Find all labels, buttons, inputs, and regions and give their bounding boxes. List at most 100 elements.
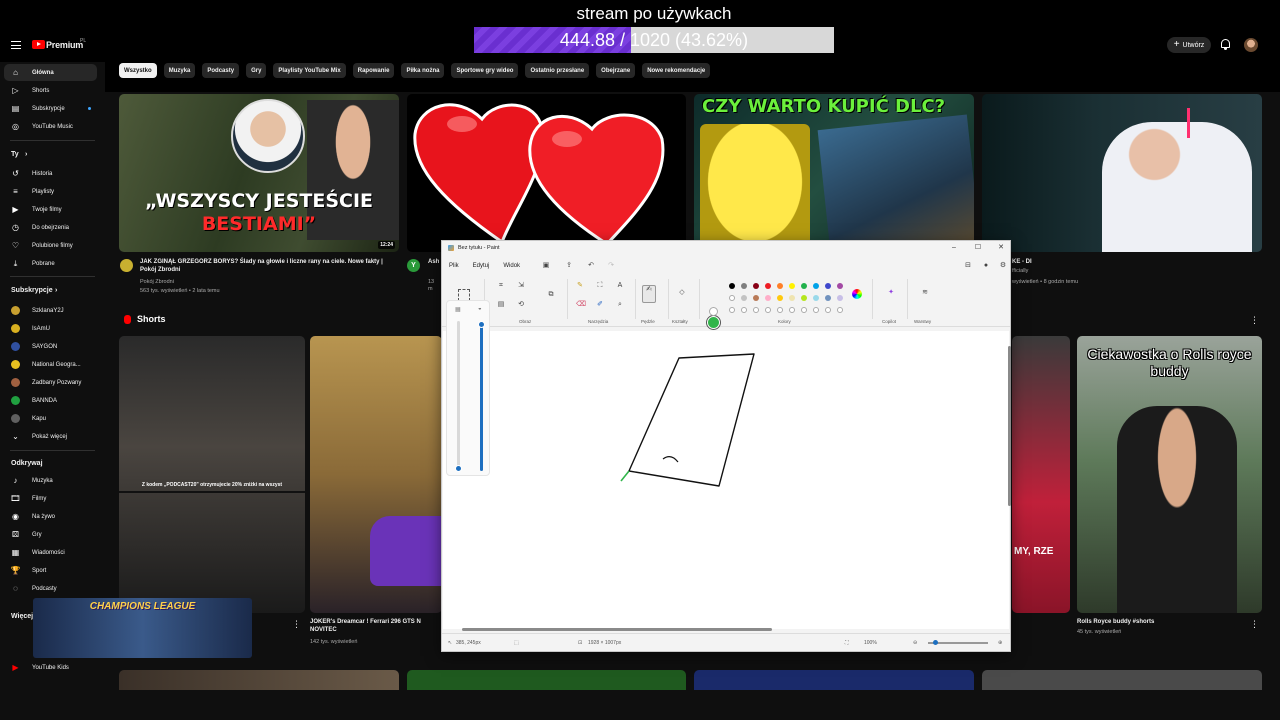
palette-color-swatch[interactable]: [753, 283, 759, 289]
custom-color-slot[interactable]: [753, 307, 759, 313]
palette-color-swatch[interactable]: [801, 295, 807, 301]
paint-canvas[interactable]: [443, 331, 1009, 629]
custom-color-slot[interactable]: [801, 307, 807, 313]
video-thumbnail-5[interactable]: [119, 670, 399, 690]
sidebar-item[interactable]: ⤓ Pobrane: [4, 255, 97, 272]
filter-chip[interactable]: Piłka nożna: [401, 63, 445, 78]
sidebar-subscription[interactable]: Kapu: [4, 410, 97, 427]
palette-color-swatch[interactable]: [765, 295, 771, 301]
short-title-2[interactable]: JOKER's Dreamcar ! Ferrari 296 GTS N NOV…: [310, 618, 440, 634]
text-icon[interactable]: A: [616, 282, 624, 290]
short-more-icon[interactable]: ⋮: [292, 619, 301, 630]
vertical-scrollbar[interactable]: [1008, 346, 1011, 506]
paint-titlebar[interactable]: Bez tytułu - Paint: [442, 241, 1010, 255]
show-more-button[interactable]: ⌄ Pokaż więcej: [4, 428, 97, 445]
rotate-icon[interactable]: ⟲: [517, 301, 525, 309]
filter-chip[interactable]: Sportowe gry wideo: [451, 63, 519, 78]
filter-chip[interactable]: Nowe rekomendacje: [642, 63, 711, 78]
paint-menu-item[interactable]: Plik: [449, 263, 459, 269]
filter-chip[interactable]: Ostatnio przesłane: [525, 63, 590, 78]
sidebar-item[interactable]: ♪ Muzyka: [4, 472, 97, 489]
channel-avatar[interactable]: [120, 259, 133, 272]
share-icon[interactable]: ⇪: [565, 262, 573, 270]
image-select-icon[interactable]: ▤: [497, 301, 505, 309]
palette-color-swatch[interactable]: [789, 283, 795, 289]
resize-icon[interactable]: ⇲: [517, 282, 525, 290]
filter-chip[interactable]: Podcasty: [202, 63, 240, 78]
zoom-out-icon[interactable]: ⊖: [913, 640, 917, 646]
palette-color-swatch[interactable]: [837, 295, 843, 301]
pencil-icon[interactable]: ✎: [576, 282, 584, 290]
filter-chip[interactable]: Playlisty YouTube Mix: [273, 63, 346, 78]
brand-label[interactable]: Premium: [46, 40, 83, 50]
palette-color-swatch[interactable]: [813, 295, 819, 301]
magnifier-icon[interactable]: ⌕: [616, 301, 624, 309]
filter-chip[interactable]: Muzyka: [163, 63, 196, 78]
sidebar-item[interactable]: ↺ Historia: [4, 165, 97, 182]
youtube-logo-icon[interactable]: [32, 40, 45, 49]
custom-color-slot[interactable]: [789, 307, 795, 313]
account-avatar[interactable]: [1244, 38, 1258, 52]
sidebar-subscription[interactable]: Zadbany Pozwany: [4, 374, 97, 391]
sidebar-item[interactable]: ⚄ Gry: [4, 526, 97, 543]
layout-icon[interactable]: ⊟: [964, 262, 972, 270]
video-title-4[interactable]: KE - DI: [1012, 258, 1032, 266]
profile-icon[interactable]: ●: [982, 262, 990, 270]
video-title-1[interactable]: JAK ZGINĄŁ GRZEGORZ BORYS? Ślady na głow…: [140, 258, 392, 274]
short-thumbnail-4[interactable]: Ciekawostka o Rolls royce buddy: [1077, 336, 1262, 613]
palette-color-swatch[interactable]: [825, 295, 831, 301]
custom-color-slot[interactable]: [741, 307, 747, 313]
custom-color-slot[interactable]: [777, 307, 783, 313]
menu-icon[interactable]: [11, 41, 21, 49]
short-thumbnail-1[interactable]: Z kodem „PODCAST20" otrzymujecie 20% zni…: [119, 336, 305, 613]
maximize-icon[interactable]: ☐: [973, 243, 983, 252]
settings-gear-icon[interactable]: ⚙: [999, 262, 1007, 270]
filter-chip[interactable]: Wszystko: [119, 63, 157, 78]
you-heading[interactable]: Ty: [11, 151, 19, 158]
layers-icon[interactable]: ≋: [921, 289, 929, 297]
palette-color-swatch[interactable]: [789, 295, 795, 301]
secondary-color-swatch[interactable]: [709, 307, 718, 316]
slider-knob[interactable]: [455, 465, 462, 472]
video-thumbnail-8[interactable]: [982, 670, 1262, 690]
video-thumbnail-3[interactable]: CZY WARTO KUPIĆ DLC?: [694, 94, 974, 252]
sidebar-subscription[interactable]: SzklanaY2J: [4, 302, 97, 319]
paint-menu-item[interactable]: Widok: [503, 263, 520, 269]
palette-color-swatch[interactable]: [801, 283, 807, 289]
undo-icon[interactable]: ↶: [587, 262, 595, 270]
sidebar-item[interactable]: ♡ Polubione filmy: [4, 237, 97, 254]
close-icon[interactable]: ✕: [996, 243, 1006, 252]
custom-color-slot[interactable]: [837, 307, 843, 313]
zoom-level[interactable]: 100%: [864, 640, 877, 646]
zoom-in-icon[interactable]: ⊕: [998, 640, 1002, 646]
notifications-bell-icon[interactable]: [1221, 39, 1230, 50]
short-thumbnail-3[interactable]: MY, RZE: [1012, 336, 1070, 613]
sidebar-item[interactable]: 🏆 Sport: [4, 562, 97, 579]
custom-color-slot[interactable]: [813, 307, 819, 313]
video-thumbnail-2[interactable]: [407, 94, 686, 252]
palette-color-swatch[interactable]: [825, 283, 831, 289]
sidebar-subscription[interactable]: SAYGON: [4, 338, 97, 355]
sidebar-item[interactable]: ◌ Podcasty: [4, 580, 97, 597]
palette-color-swatch[interactable]: [729, 295, 735, 301]
create-button[interactable]: + Utwórz: [1167, 37, 1211, 53]
subscriptions-heading[interactable]: Subskrypcje: [11, 287, 53, 294]
copilot-icon[interactable]: ✦: [887, 289, 895, 297]
custom-color-slot[interactable]: [729, 307, 735, 313]
brushes-icon[interactable]: ✍: [642, 285, 656, 303]
channel-avatar[interactable]: Y: [407, 259, 420, 272]
palette-color-swatch[interactable]: [765, 283, 771, 289]
video-channel-1[interactable]: Pokój Zbrodni: [140, 279, 174, 286]
sidebar-item[interactable]: ◎ YouTube Music: [4, 118, 97, 135]
fill-icon[interactable]: ⛶: [596, 282, 604, 290]
video-title-2[interactable]: Ash: [428, 258, 440, 266]
sidebar-subscription[interactable]: IsAmU: [4, 320, 97, 337]
filter-chip[interactable]: Gry: [246, 63, 267, 78]
sidebar-item[interactable]: ▷ Shorts: [4, 82, 97, 99]
shapes-icon[interactable]: ◇: [678, 289, 686, 297]
redo-icon[interactable]: ↷: [607, 262, 615, 270]
sidebar-item[interactable]: ⌂ Główna: [4, 64, 97, 81]
custom-color-slot[interactable]: [765, 307, 771, 313]
video-thumbnail-7[interactable]: [694, 670, 974, 690]
crop-icon[interactable]: ⌗: [497, 282, 505, 290]
